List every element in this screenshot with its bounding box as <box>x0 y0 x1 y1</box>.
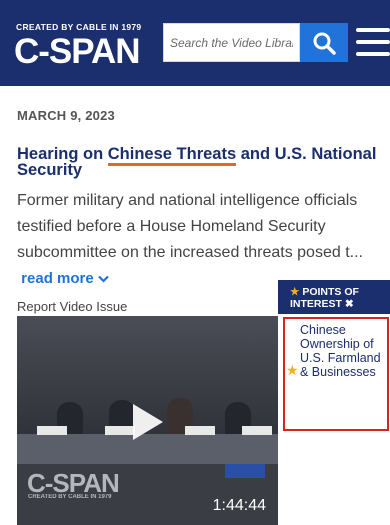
program-description: Former military and national intelligenc… <box>17 188 377 292</box>
search-button[interactable] <box>300 23 348 62</box>
search-icon <box>313 32 336 55</box>
poi-header-line1: POINTS OF <box>302 286 359 298</box>
cspan-corner-badge-icon <box>225 464 265 478</box>
close-icon[interactable]: ✖ <box>345 298 354 310</box>
hamburger-menu-button[interactable] <box>356 28 390 56</box>
cspan-logo[interactable]: C-SPAN <box>14 34 141 70</box>
video-player[interactable]: C-SPAN CREATED BY CABLE IN 1979 1:44:44 <box>17 316 278 525</box>
report-video-issue-link[interactable]: Report Video Issue <box>17 299 127 314</box>
name-plate <box>185 426 215 435</box>
poi-item-chinese-ownership[interactable]: Chinese Ownership of U.S. Farmland & Bus… <box>300 323 384 379</box>
menu-bar-icon <box>356 52 390 56</box>
description-text: Former military and national intelligenc… <box>17 192 363 261</box>
poi-header-line2: INTEREST <box>290 298 342 310</box>
play-icon[interactable] <box>133 404 163 440</box>
star-icon: ★ <box>290 286 300 298</box>
search-box <box>163 23 300 62</box>
chevron-down-icon <box>98 275 109 283</box>
read-more-link[interactable]: read more <box>17 270 109 287</box>
read-more-label: read more <box>21 270 94 287</box>
points-of-interest-header: ★ POINTS OF INTEREST ✖ <box>278 280 390 314</box>
program-title[interactable]: Hearing on Chinese Threats and U.S. Nati… <box>17 145 385 178</box>
name-plate <box>242 426 272 435</box>
title-highlight: Chinese Threats <box>107 145 237 166</box>
name-plate <box>105 426 135 435</box>
program-date: MARCH 9, 2023 <box>17 108 115 123</box>
search-input[interactable] <box>164 24 299 61</box>
site-header: CREATED BY CABLE IN 1979 C-SPAN <box>0 0 390 86</box>
logo-tagline: CREATED BY CABLE IN 1979 <box>16 22 142 32</box>
star-icon: ★ <box>286 362 299 378</box>
name-plate <box>37 426 67 435</box>
menu-bar-icon <box>356 40 390 44</box>
video-duration: 1:44:44 <box>212 497 266 514</box>
menu-bar-icon <box>356 28 390 32</box>
video-watermark-tagline: CREATED BY CABLE IN 1979 <box>28 494 112 500</box>
